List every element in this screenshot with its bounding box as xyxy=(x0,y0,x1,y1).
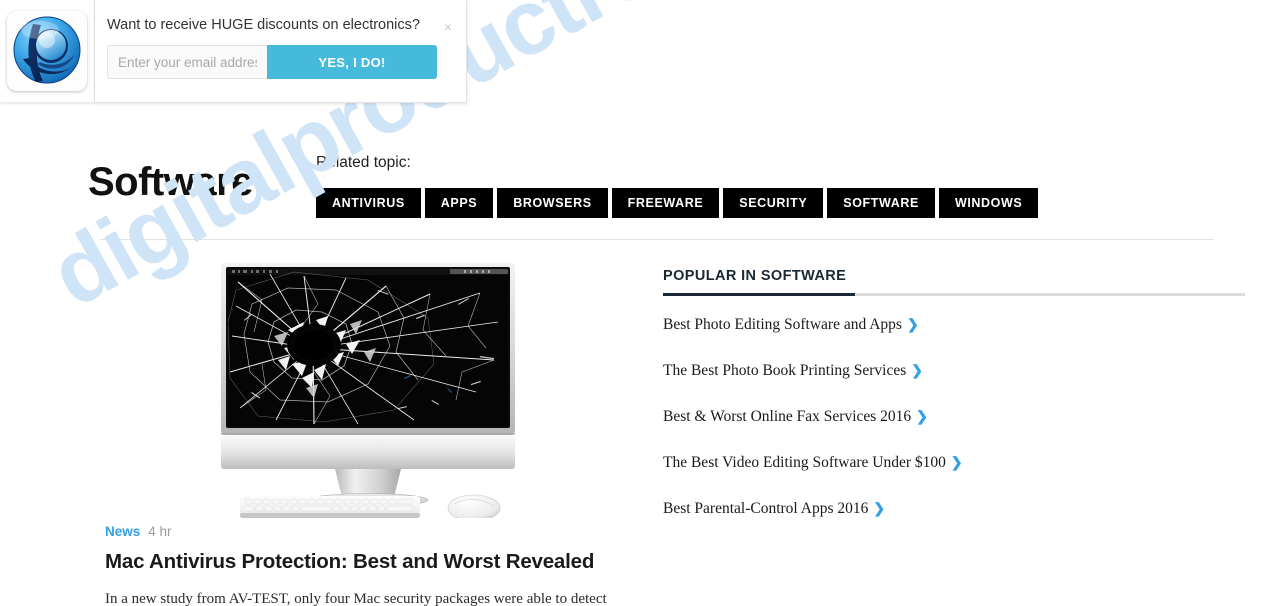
article-headline[interactable]: Mac Antivirus Protection: Best and Worst… xyxy=(105,549,625,575)
article-summary: In a new study from AV-TEST, only four M… xyxy=(105,591,607,606)
page-title: Software xyxy=(88,160,253,204)
related-topic-tags: ANTIVIRUS APPS BROWSERS FREEWARE SECURIT… xyxy=(316,188,1039,218)
tag-freeware[interactable]: FREEWARE xyxy=(611,188,720,218)
tag-apps[interactable]: APPS xyxy=(424,188,494,218)
article-kicker[interactable]: News xyxy=(105,524,140,539)
chevron-right-icon: ❯ xyxy=(906,316,919,332)
signup-form: YES, I DO! xyxy=(107,45,466,79)
article-meta: News 4 hr xyxy=(105,524,625,539)
chevron-right-icon: ❯ xyxy=(911,362,923,378)
rail-underline xyxy=(663,293,1245,296)
rail-item-label: The Best Video Editing Software Under $1… xyxy=(663,454,946,471)
article-hero-image xyxy=(218,260,518,522)
rail-item-label: Best Photo Editing Software and Apps xyxy=(663,316,902,333)
rail-item-label: The Best Photo Book Printing Services xyxy=(663,362,907,379)
header-divider xyxy=(100,239,1213,240)
tag-software[interactable]: SOFTWARE xyxy=(827,188,935,218)
list-item[interactable]: The Best Photo Book Printing Services ❯ xyxy=(663,360,1245,381)
signup-submit-button[interactable]: YES, I DO! xyxy=(267,45,437,79)
rail-item-label: Best Parental-Control Apps 2016 xyxy=(663,500,869,517)
chevron-right-icon: ❯ xyxy=(916,408,928,424)
popular-in-software-rail: POPULAR IN SOFTWARE Best Photo Editing S… xyxy=(663,268,1245,544)
signup-title: Want to receive HUGE discounts on electr… xyxy=(107,17,420,33)
rail-heading: POPULAR IN SOFTWARE xyxy=(663,268,847,284)
email-field[interactable] xyxy=(107,45,267,79)
article-timestamp: 4 hr xyxy=(148,524,172,539)
page-root: Software Related topic: ANTIVIRUS APPS B… xyxy=(0,0,1267,606)
list-item[interactable]: The Best Video Editing Software Under $1… xyxy=(663,452,1245,473)
rail-list: Best Photo Editing Software and Apps ❯ Th… xyxy=(663,314,1245,519)
site-logo-sphere-icon xyxy=(13,16,81,84)
chevron-right-icon: ❯ xyxy=(950,454,963,470)
site-logo-container[interactable] xyxy=(0,0,95,103)
imac-shattered-screen-illustration xyxy=(221,263,515,522)
newsletter-signup: Want to receive HUGE discounts on electr… xyxy=(0,0,467,103)
close-icon[interactable]: × xyxy=(444,20,452,34)
list-item[interactable]: Best Parental-Control Apps 2016 ❯ xyxy=(663,498,1245,519)
tag-security[interactable]: SECURITY xyxy=(723,188,824,218)
list-item[interactable]: Best Photo Editing Software and Apps ❯ xyxy=(663,314,1245,335)
related-topic-label: Related topic: xyxy=(316,154,411,171)
chevron-right-icon: ❯ xyxy=(873,500,886,516)
featured-article[interactable]: News 4 hr Mac Antivirus Protection: Best … xyxy=(105,260,625,606)
list-item[interactable]: Best & Worst Online Fax Services 2016 ❯ xyxy=(663,406,1245,427)
signup-popup: Want to receive HUGE discounts on electr… xyxy=(95,0,467,103)
site-logo xyxy=(7,11,87,91)
rail-item-label: Best & Worst Online Fax Services 2016 xyxy=(663,408,912,425)
tag-browsers[interactable]: BROWSERS xyxy=(497,188,608,218)
tag-antivirus[interactable]: ANTIVIRUS xyxy=(316,188,421,218)
category-header: Software Related topic: ANTIVIRUS APPS B… xyxy=(0,145,1267,225)
tag-windows[interactable]: WINDOWS xyxy=(938,188,1039,218)
